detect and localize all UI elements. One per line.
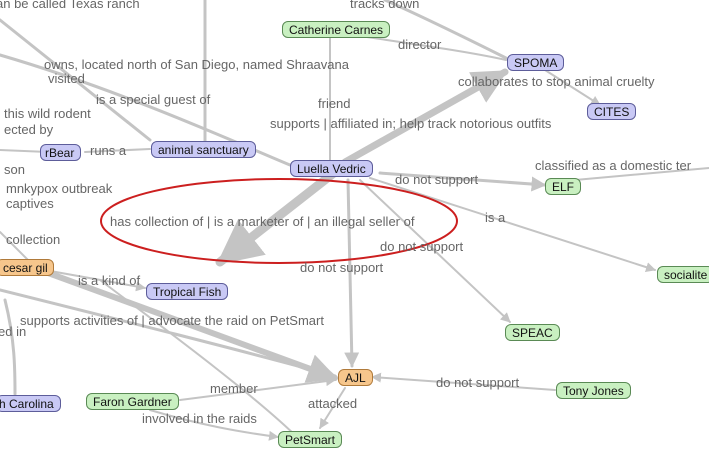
edge-label-captives: captives <box>6 196 54 211</box>
node-cites[interactable]: CITES <box>587 103 637 120</box>
edge-label-attacked: attacked <box>308 396 358 411</box>
edge-label-do-not-support-tony: do not support <box>436 375 520 390</box>
edge-label-mnkypox: mnkypox outbreak <box>6 181 113 196</box>
node-petsmart[interactable]: PetSmart <box>278 431 343 448</box>
edge-label-ed-in: ed in <box>0 324 27 339</box>
edge-label-director: director <box>398 37 442 52</box>
node-speac[interactable]: SPEAC <box>505 324 560 341</box>
edge-label-son: son <box>4 162 25 177</box>
edge-label-collaborates: collaborates to stop animal cruelty <box>458 74 655 89</box>
node-catherine-carnes[interactable]: Catherine Carnes <box>282 21 391 38</box>
node-h-carolina[interactable]: h Carolina <box>0 395 61 412</box>
node-elf[interactable]: ELF <box>545 178 582 195</box>
node-socialite[interactable]: socialite <box>657 266 709 283</box>
node-cesar-gil[interactable]: cesar gil <box>0 259 54 276</box>
edge-label-supports-activities: supports activities of | advocate the ra… <box>20 313 324 328</box>
edge-label-involved-raids: involved in the raids <box>142 411 257 426</box>
edge-left-ajl <box>0 288 337 380</box>
edge-label-texas-ranch: an be called Texas ranch <box>0 0 140 11</box>
node-animal-sanctuary[interactable]: animal sanctuary <box>151 141 256 158</box>
edge-label-supports-affiliated: supports | affiliated in; help track not… <box>270 116 552 131</box>
node-faron-gardner[interactable]: Faron Gardner <box>86 393 179 410</box>
edge-label-do-not-support-ajl: do not support <box>300 260 384 275</box>
edge-label-do-not-support-elf: do not support <box>395 172 479 187</box>
node-tony-jones[interactable]: Tony Jones <box>556 382 631 399</box>
edge-label-do-not-support-speac: do not support <box>380 239 464 254</box>
node-luella-vedric[interactable]: Luella Vedric <box>290 160 373 177</box>
node-ajl[interactable]: AJL <box>338 369 373 386</box>
node-spoma[interactable]: SPOMA <box>507 54 565 71</box>
edge-left-carolina <box>3 298 17 396</box>
edge-label-member: member <box>210 381 258 396</box>
edge-label-collection: collection <box>6 232 61 247</box>
edge-label-has-collection: has collection of | is a marketer of | a… <box>110 214 415 229</box>
edge-label-owns-located: owns, located north of San Diego, named … <box>44 57 349 72</box>
edge-label-classified-domestic: classified as a domestic ter <box>535 158 692 173</box>
edge-label-runs-a: runs a <box>90 143 127 158</box>
edge-label-tracks-down: tracks down <box>350 0 420 11</box>
edge-label-wild-rodent: this wild rodent <box>4 106 91 121</box>
edge-label-ected-by: ected by <box>4 122 54 137</box>
edge-label-is-a-kind-of: is a kind of <box>78 273 141 288</box>
edge-label-friend: friend <box>318 96 351 111</box>
edge-label-visited: visited <box>48 71 85 86</box>
node-tropical-fish[interactable]: Tropical Fish <box>146 283 229 300</box>
edge-label-is-a: is a <box>485 210 506 225</box>
node-rbear[interactable]: rBear <box>40 144 82 161</box>
edge-label-special-guest: is a special guest of <box>96 92 211 107</box>
